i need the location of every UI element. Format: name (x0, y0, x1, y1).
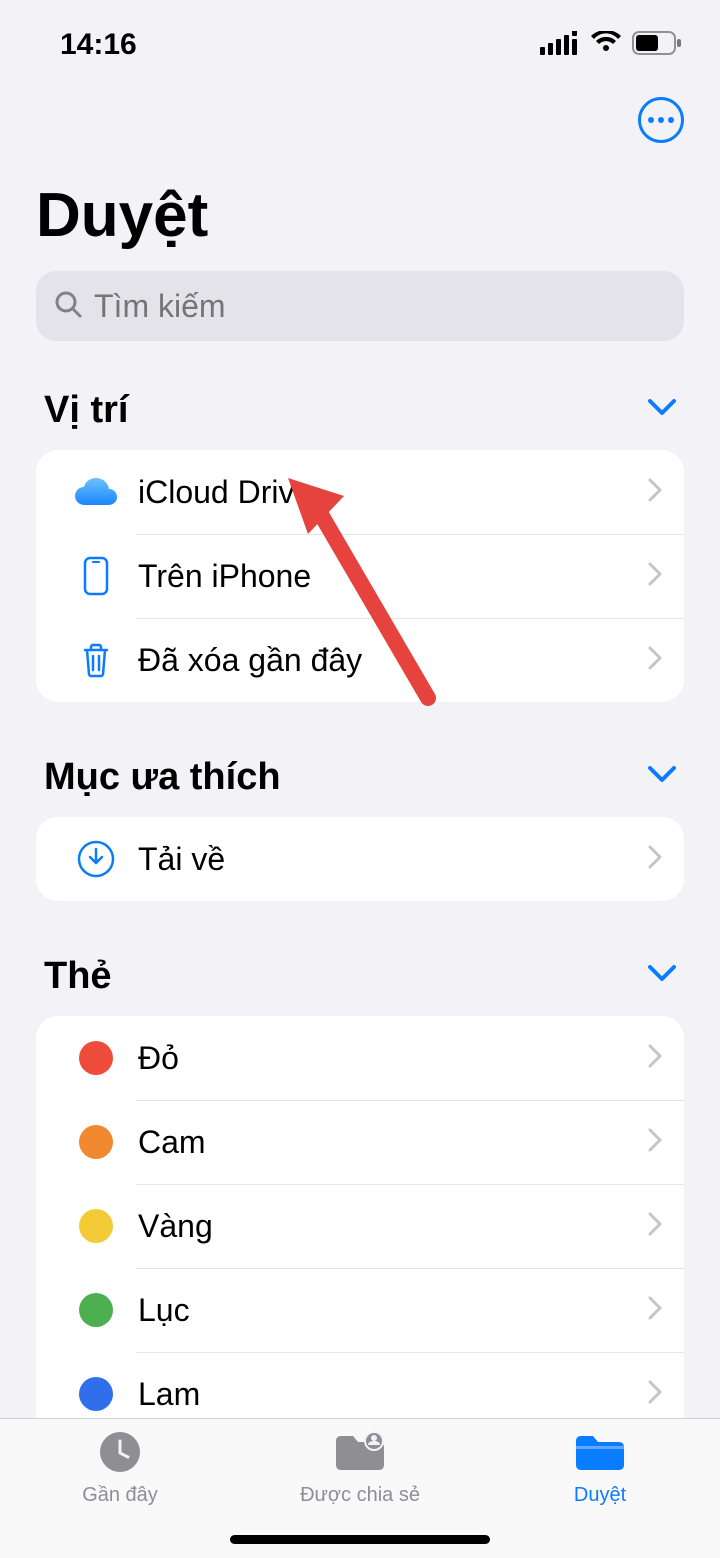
list-item-label: iCloud Drive (126, 474, 648, 511)
search-field[interactable] (36, 271, 684, 341)
tag-dot-icon (66, 1377, 126, 1411)
locations-title: Vị trí (44, 389, 128, 432)
tab-recents[interactable]: Gần đây (0, 1419, 240, 1558)
page-title: Duyệt (0, 150, 720, 271)
favorite-downloads[interactable]: Tải về (36, 817, 684, 901)
favorites-title: Mục ưa thích (44, 756, 281, 799)
tag-dot-icon (66, 1125, 126, 1159)
clock-icon (97, 1429, 143, 1480)
tags-title: Thẻ (44, 955, 112, 998)
chevron-right-icon (648, 1212, 662, 1241)
chevron-right-icon (648, 845, 662, 874)
chevron-down-icon (648, 399, 676, 422)
tags-header[interactable]: Thẻ (0, 937, 720, 1016)
tab-label: Duyệt (574, 1484, 626, 1507)
tag-green[interactable]: Lục (36, 1268, 684, 1352)
iphone-icon (66, 556, 126, 596)
tab-browse[interactable]: Duyệt (480, 1419, 720, 1558)
tag-dot-icon (66, 1041, 126, 1075)
shared-folder-icon (332, 1429, 388, 1480)
list-item-label: Tải về (126, 841, 648, 878)
cloud-icon (66, 477, 126, 507)
location-icloud-drive[interactable]: iCloud Drive (36, 450, 684, 534)
locations-card: iCloud Drive Trên iPhone Đã xóa gần đây (36, 450, 684, 702)
list-item-label: Lục (126, 1292, 648, 1329)
list-item-label: Lam (126, 1376, 648, 1413)
tag-yellow[interactable]: Vàng (36, 1184, 684, 1268)
list-item-label: Cam (126, 1124, 648, 1161)
chevron-right-icon (648, 646, 662, 675)
list-item-label: Trên iPhone (126, 558, 648, 595)
ellipsis-icon (648, 117, 674, 123)
location-on-iphone[interactable]: Trên iPhone (36, 534, 684, 618)
location-recently-deleted[interactable]: Đã xóa gần đây (36, 618, 684, 702)
battery-icon (632, 31, 682, 60)
chevron-right-icon (648, 1296, 662, 1325)
chevron-right-icon (648, 1380, 662, 1409)
search-icon (54, 290, 82, 323)
chevron-down-icon (648, 766, 676, 789)
locations-header[interactable]: Vị trí (0, 371, 720, 450)
status-icons (540, 31, 682, 60)
chevron-down-icon (648, 965, 676, 988)
search-input[interactable] (94, 288, 666, 325)
list-item-label: Đỏ (126, 1040, 648, 1077)
trash-icon (66, 642, 126, 678)
cellular-icon (540, 31, 580, 60)
tab-bar: Gần đây Được chia sẻ Duyệt (0, 1418, 720, 1558)
top-actions (0, 90, 720, 150)
more-button[interactable] (638, 97, 684, 143)
tag-red[interactable]: Đỏ (36, 1016, 684, 1100)
download-icon (66, 839, 126, 879)
folder-icon (572, 1429, 628, 1480)
status-bar: 14:16 (0, 0, 720, 90)
chevron-right-icon (648, 562, 662, 591)
tab-label: Được chia sẻ (300, 1484, 420, 1507)
list-item-label: Đã xóa gần đây (126, 642, 648, 679)
tag-orange[interactable]: Cam (36, 1100, 684, 1184)
favorites-card: Tải về (36, 817, 684, 901)
tag-dot-icon (66, 1209, 126, 1243)
status-time: 14:16 (60, 28, 137, 62)
tags-card: Đỏ Cam Vàng Lục Lam (36, 1016, 684, 1436)
chevron-right-icon (648, 478, 662, 507)
chevron-right-icon (648, 1128, 662, 1157)
wifi-icon (590, 31, 622, 60)
chevron-right-icon (648, 1044, 662, 1073)
tab-label: Gần đây (82, 1484, 158, 1507)
tag-dot-icon (66, 1293, 126, 1327)
favorites-header[interactable]: Mục ưa thích (0, 738, 720, 817)
list-item-label: Vàng (126, 1208, 648, 1245)
home-indicator[interactable] (230, 1535, 490, 1544)
